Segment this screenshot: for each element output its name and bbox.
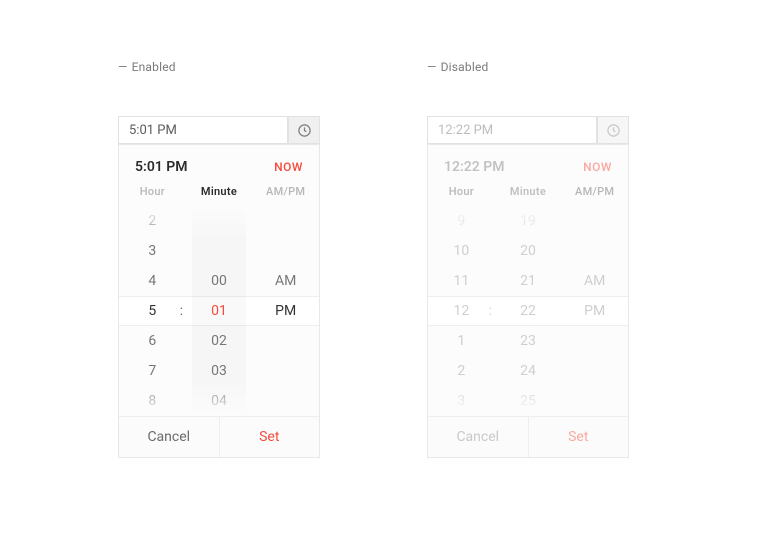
wheel-item: 1 [428, 326, 495, 356]
wheel-item: PM [252, 296, 319, 326]
wheel-item: 02 [186, 326, 253, 356]
wheel-item: 19 [495, 206, 562, 236]
state-label-enabled: —Enabled [118, 60, 176, 74]
hour-wheel: 9101112123 [428, 206, 495, 416]
ampm-wheel: AMPM [561, 206, 628, 416]
ampm-wheel[interactable]: AMPM [252, 206, 319, 416]
now-button: NOW [583, 160, 612, 174]
wheel-item [186, 236, 253, 266]
wheel-item [561, 326, 628, 356]
wheel-item [561, 236, 628, 266]
col-header-minute: Minute [495, 185, 562, 206]
wheel-item: PM [561, 296, 628, 326]
wheel-item: 03 [186, 356, 253, 386]
wheel-item: 23 [495, 326, 562, 356]
wheel-item [252, 206, 319, 236]
time-input-value: 12:22 PM [438, 123, 493, 138]
wheel-item: 01 [186, 296, 253, 326]
time-input-toggle[interactable] [288, 116, 320, 144]
wheel-item: 25 [495, 386, 562, 416]
wheel-item: 8 [119, 386, 186, 416]
picker-wheels: 2345678 0001020304 AMPM : [119, 206, 319, 416]
clock-icon [297, 123, 312, 138]
wheel-item: 4 [119, 266, 186, 296]
picker-wheels: 9101112123 19202122232425 AMPM : [428, 206, 628, 416]
time-input-row: 12:22 PM [427, 116, 629, 144]
wheel-item: 22 [495, 296, 562, 326]
wheel-item: 20 [495, 236, 562, 266]
picker-selected-time: 5:01 PM [135, 159, 188, 175]
wheel-item [252, 326, 319, 356]
cancel-button[interactable]: Cancel [119, 417, 220, 457]
wheel-item: 10 [428, 236, 495, 266]
wheel-item [252, 386, 319, 416]
wheel-item: 7 [119, 356, 186, 386]
column-headers: Hour Minute AM/PM [428, 185, 628, 206]
wheel-item: 21 [495, 266, 562, 296]
wheel-item [252, 236, 319, 266]
cancel-button: Cancel [428, 417, 529, 457]
wheel-item: 12 [428, 296, 495, 326]
wheel-item: 2 [119, 206, 186, 236]
time-input: 12:22 PM [427, 116, 597, 144]
wheel-item: 04 [186, 386, 253, 416]
hour-wheel[interactable]: 2345678 [119, 206, 186, 416]
time-input-toggle [597, 116, 629, 144]
col-header-hour: Hour [428, 185, 495, 206]
wheel-item [561, 206, 628, 236]
col-header-minute[interactable]: Minute [186, 185, 253, 206]
time-picker-popover: 5:01 PM NOW Hour Minute AM/PM 2345678 00… [118, 144, 320, 458]
time-picker-popover: 12:22 PM NOW Hour Minute AM/PM 910111212… [427, 144, 629, 458]
time-input[interactable]: 5:01 PM [118, 116, 288, 144]
time-input-value: 5:01 PM [129, 123, 177, 138]
wheel-item: 2 [428, 356, 495, 386]
wheel-item [252, 356, 319, 386]
wheel-item: 3 [119, 236, 186, 266]
set-button[interactable]: Set [220, 417, 320, 457]
wheel-item [561, 356, 628, 386]
wheel-item: AM [561, 266, 628, 296]
wheel-item: 9 [428, 206, 495, 236]
set-button: Set [529, 417, 629, 457]
wheel-item: 00 [186, 266, 253, 296]
clock-icon [606, 123, 621, 138]
wheel-item: 11 [428, 266, 495, 296]
picker-selected-time: 12:22 PM [444, 159, 505, 175]
state-label-disabled: —Disabled [427, 60, 488, 74]
col-header-hour[interactable]: Hour [119, 185, 186, 206]
col-header-ampm: AM/PM [561, 185, 628, 206]
wheel-item: AM [252, 266, 319, 296]
wheel-item: 3 [428, 386, 495, 416]
wheel-item: 5 [119, 296, 186, 326]
col-header-ampm[interactable]: AM/PM [252, 185, 319, 206]
picker-footer: Cancel Set [428, 416, 628, 457]
wheel-item [561, 386, 628, 416]
minute-wheel[interactable]: 0001020304 [186, 206, 253, 416]
wheel-item: 6 [119, 326, 186, 356]
now-button[interactable]: NOW [274, 160, 303, 174]
wheel-item: 24 [495, 356, 562, 386]
column-headers: Hour Minute AM/PM [119, 185, 319, 206]
time-input-row: 5:01 PM [118, 116, 320, 144]
minute-wheel: 19202122232425 [495, 206, 562, 416]
wheel-item [186, 206, 253, 236]
picker-footer: Cancel Set [119, 416, 319, 457]
